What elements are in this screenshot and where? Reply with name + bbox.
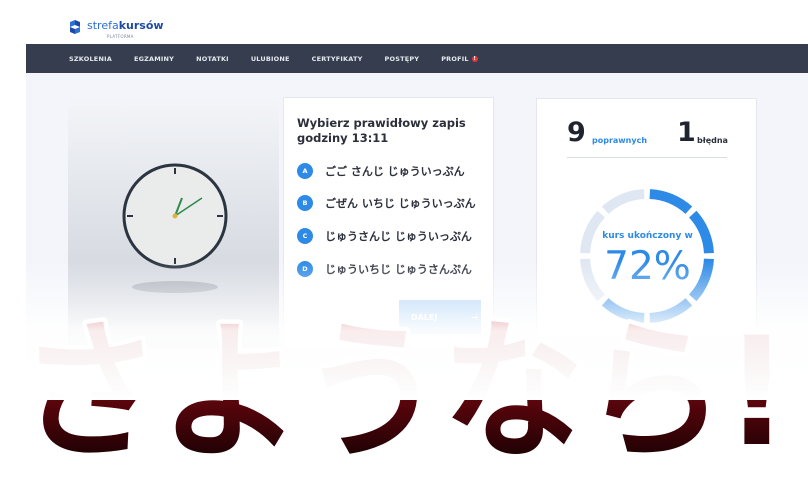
clock-icon	[122, 163, 228, 269]
nav-item-szkolenia[interactable]: SZKOLENIA	[69, 55, 112, 63]
answer-letter: D	[297, 261, 313, 277]
logo[interactable]: strefakursów PLATFORMA	[68, 14, 164, 39]
progress-value: 72%	[604, 244, 691, 289]
nav-item-profil[interactable]: PROFIL !	[441, 55, 478, 63]
answer-text: じゅういちじ じゅうさんぷん	[325, 263, 472, 276]
answer-text: じゅうさんじ じゅういっぷん	[325, 230, 472, 243]
nav-item-ulubione[interactable]: ULUBIONE	[251, 55, 290, 63]
banner-text: さようなら!	[19, 306, 789, 476]
top-bar: strefakursów PLATFORMA	[26, 0, 808, 45]
nav-item-postepy[interactable]: POSTĘPY	[385, 55, 420, 63]
nav-item-certyfikaty[interactable]: CERTYFIKATY	[312, 55, 363, 63]
logo-subtitle: PLATFORMA	[107, 34, 134, 39]
notification-badge: !	[471, 55, 478, 62]
progress-label: kurs ukończony w	[602, 231, 693, 241]
logo-icon	[70, 19, 80, 34]
answer-option-d[interactable]: D じゅういちじ じゅうさんぷん	[297, 261, 472, 277]
answer-letter: C	[297, 228, 313, 244]
progress-ring-segment	[649, 189, 693, 215]
clock-shadow	[132, 281, 218, 293]
answer-text: ごご さんじ じゅういっぷん	[325, 165, 465, 178]
answer-option-a[interactable]: A ごご さんじ じゅういっぷん	[297, 163, 465, 179]
logo-text: strefakursów	[87, 19, 164, 32]
main-nav: SZKOLENIA EGZAMINY NOTATKI ULUBIONE CERT…	[26, 44, 808, 73]
question-title: Wybierz prawidłowy zapis godziny 13:11	[297, 116, 466, 145]
nav-item-egzaminy[interactable]: EGZAMINY	[134, 55, 174, 63]
answer-letter: B	[297, 195, 313, 211]
answer-letter: A	[297, 163, 313, 179]
nav-item-notatki[interactable]: NOTATKI	[196, 55, 229, 63]
answer-option-b[interactable]: B ごぜん いちじ じゅういっぷん	[297, 195, 476, 211]
answer-text: ごぜん いちじ じゅういっぷん	[325, 197, 476, 210]
answer-option-c[interactable]: C じゅうさんじ じゅういっぷん	[297, 228, 472, 244]
nav-item-profil-label: PROFIL	[441, 54, 469, 63]
goodbye-banner: さようなら!	[15, 302, 794, 477]
progress-ring-segment	[601, 189, 645, 215]
